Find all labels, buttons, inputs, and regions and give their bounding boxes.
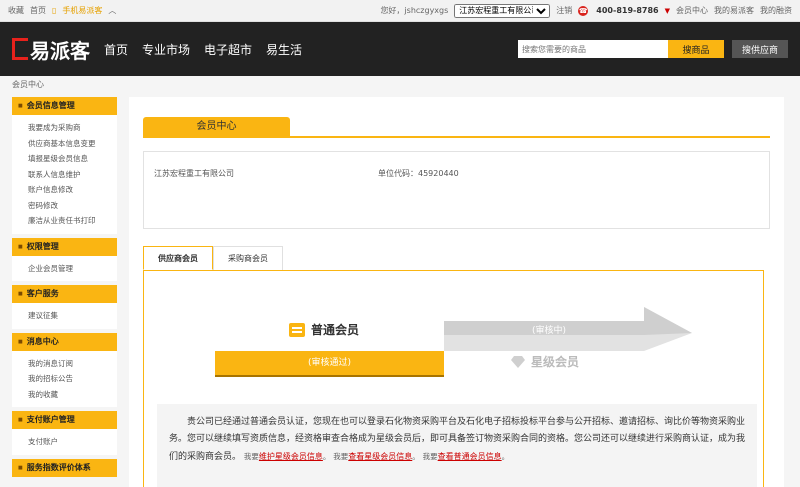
star-member-text: 星级会员 <box>531 355 580 369</box>
my-finance-link[interactable]: 我的融资 <box>760 5 792 16</box>
header: 易派客 首页 专业市场 电子超市 易生活 搜商品 搜供应商 <box>0 22 800 76</box>
member-card-icon <box>289 322 305 337</box>
sidebar-item[interactable]: 我的收藏 <box>28 387 117 403</box>
sidebar-group-title[interactable]: 服务指数评价体系 <box>12 458 117 477</box>
sidebar-item[interactable]: 我要成为采购商 <box>28 120 117 136</box>
member-center-link[interactable]: 会员中心 <box>676 5 708 16</box>
diamond-icon <box>511 355 525 368</box>
member-tabs: 供应商会员 采购商会员 <box>143 246 283 270</box>
sidebar-item[interactable]: 账户信息修改 <box>28 182 117 198</box>
period: 。 <box>322 452 331 461</box>
unit-code: 单位代码：45920440 <box>378 169 459 178</box>
status-bar-shadow <box>215 375 444 377</box>
favorite-link[interactable]: 收藏 <box>8 5 24 16</box>
company-name: 江苏宏程重工有限公司 <box>154 169 234 178</box>
search-input[interactable] <box>518 40 668 58</box>
phone-icon: ☎ <box>578 5 589 16</box>
tab-supplier-member[interactable]: 供应商会员 <box>143 246 213 270</box>
main-content: 会员中心 江苏宏程重工有限公司 单位代码：45920440 供应商会员 采购商会… <box>129 97 784 487</box>
nav-e-supermarket[interactable]: 电子超市 <box>204 41 252 58</box>
tab-purchaser-member[interactable]: 采购商会员 <box>213 246 283 270</box>
sidebar-item[interactable]: 廉洁从业责任书打印 <box>28 213 117 229</box>
search-goods-button[interactable]: 搜商品 <box>668 40 724 58</box>
search-supplier-button[interactable]: 搜供应商 <box>732 40 788 58</box>
site-logo[interactable]: 易派客 <box>12 35 98 64</box>
company-info-box: 江苏宏程重工有限公司 单位代码：45920440 <box>143 151 770 229</box>
view-regular-info-link[interactable]: 查看普通会员信息 <box>438 452 502 461</box>
my-epaike-link[interactable]: 我的易派客 <box>714 5 754 16</box>
section-title: 会员中心 <box>143 117 290 137</box>
sidebar-group-payment: 支付账户管理 支付账户 <box>12 411 117 455</box>
star-member-label: 星级会员 <box>511 353 579 370</box>
mobile-site-link[interactable]: 手机易派客 <box>62 5 102 16</box>
regular-member-status-bar: (审核通过) <box>215 351 444 375</box>
sidebar-group-messages: 消息中心 我的消息订阅 我的招标公告 我的收藏 <box>12 332 117 407</box>
chevron-up-icon: ︿ <box>108 6 117 15</box>
phone-number: 400-819-8786 <box>596 6 659 15</box>
sidebar-group-member-info: 会员信息管理 我要成为采购商 供应商基本信息变更 填报星级会员信息 联系人信息维… <box>12 97 117 234</box>
nav-home[interactable]: 首页 <box>104 41 128 58</box>
sidebar-item[interactable]: 密码修改 <box>28 198 117 214</box>
logo-mark-icon <box>12 38 28 60</box>
home-link[interactable]: 首页 <box>30 5 46 16</box>
greeting: 您好，jshczgyxgs <box>380 6 449 15</box>
nav-professional-market[interactable]: 专业市场 <box>142 41 190 58</box>
section-divider <box>143 136 770 138</box>
nav-e-life[interactable]: 易生活 <box>266 41 302 58</box>
star-member-status-text: (审核中) <box>532 324 566 336</box>
company-select[interactable]: 江苏宏程重工有限公司 <box>454 3 551 18</box>
sidebar-item[interactable]: 联系人信息维护 <box>28 167 117 183</box>
want-label: 我要 <box>333 452 349 461</box>
period: 。 <box>501 452 510 461</box>
sidebar-group-title[interactable]: 客户服务 <box>12 285 117 303</box>
member-description: 贵公司已经通过普通会员认证，您现在也可以登录石化物资采购平台及石化电子招标投标平… <box>157 404 757 487</box>
sidebar-group-title[interactable]: 支付账户管理 <box>12 411 117 429</box>
sidebar-item[interactable]: 建议征集 <box>28 308 117 324</box>
breadcrumb: 会员中心 <box>12 80 44 89</box>
want-label: 我要 <box>422 452 438 461</box>
logout-link[interactable]: 注销 <box>556 5 572 16</box>
sidebar-group-title[interactable]: 会员信息管理 <box>12 97 117 115</box>
mobile-icon: ▯ <box>52 6 57 15</box>
sidebar: 会员信息管理 我要成为采购商 供应商基本信息变更 填报星级会员信息 联系人信息维… <box>12 97 117 481</box>
want-label: 我要 <box>243 452 259 461</box>
view-star-info-link[interactable]: 查看星级会员信息 <box>348 452 412 461</box>
sidebar-item[interactable]: 供应商基本信息变更 <box>28 136 117 152</box>
search-area: 搜商品 搜供应商 <box>518 40 788 58</box>
period: 。 <box>412 452 420 461</box>
logo-text: 易派客 <box>30 38 90 63</box>
sidebar-item[interactable]: 我的招标公告 <box>28 371 117 387</box>
sidebar-group-customer-service: 客户服务 建议征集 <box>12 285 117 329</box>
sidebar-group-title[interactable]: 权限管理 <box>12 237 117 256</box>
sidebar-item[interactable]: 我的消息订阅 <box>28 356 117 372</box>
regular-member-label: 普通会员 <box>289 321 359 338</box>
sidebar-group-title[interactable]: 消息中心 <box>12 332 117 351</box>
sidebar-item[interactable]: 填报星级会员信息 <box>28 151 117 167</box>
sidebar-item[interactable]: 支付账户 <box>28 434 117 450</box>
sidebar-item[interactable]: 企业会员管理 <box>28 261 117 277</box>
dropdown-triangle-icon[interactable]: ▼ <box>665 7 670 15</box>
sidebar-group-permissions: 权限管理 企业会员管理 <box>12 237 117 281</box>
star-member-progress-arrow: (审核中) <box>444 307 692 351</box>
maintain-star-info-link[interactable]: 维护星级会员信息 <box>259 452 323 461</box>
top-bar: 收藏 首页 ▯ 手机易派客 ︿ 您好，jshczgyxgs 江苏宏程重工有限公司… <box>0 0 800 22</box>
sidebar-group-service-index: 服务指数评价体系 <box>12 458 117 477</box>
regular-member-text: 普通会员 <box>311 323 360 337</box>
main-nav: 首页 专业市场 电子超市 易生活 <box>104 41 302 58</box>
